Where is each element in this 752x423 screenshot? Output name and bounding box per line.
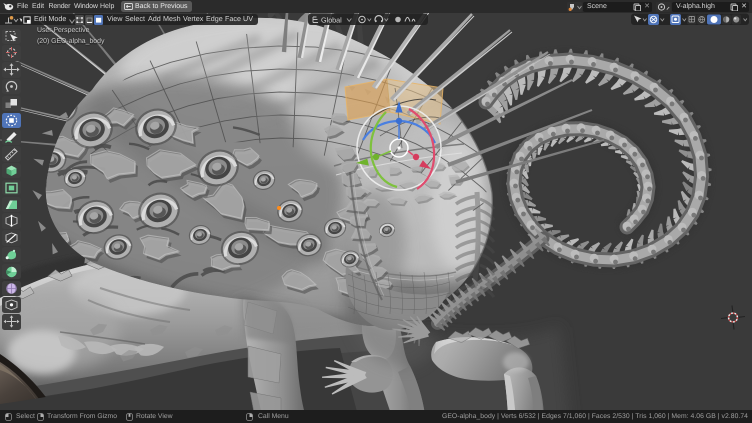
svg-text:Global: Global [321, 16, 342, 25]
